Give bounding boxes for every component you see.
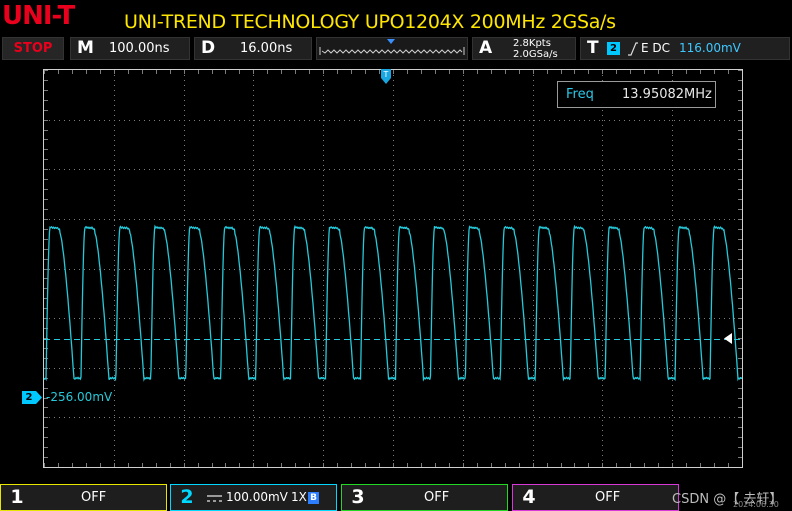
main-timebase-key: M <box>77 38 94 58</box>
channel-1-number: 1 <box>10 486 24 508</box>
trigger-coupling: E DC <box>641 41 671 55</box>
acquire-key: A <box>479 38 493 58</box>
acquire-panel[interactable]: A 2.8Kpts 2.0GSa/s <box>472 37 576 60</box>
memory-depth: 2.8Kpts <box>513 38 551 49</box>
uni-t-logo: UNI-T <box>2 1 75 31</box>
rising-edge-icon <box>628 42 638 56</box>
ch2-marker-arrow-icon <box>36 391 42 404</box>
graticule <box>44 70 742 467</box>
trigger-source-badge: 2 <box>607 42 620 55</box>
delay-value: 16.00ns <box>240 41 293 56</box>
channel-2-number: 2 <box>180 486 194 508</box>
measurement-label: Freq <box>566 87 594 102</box>
channel-3-button[interactable]: 3 OFF <box>341 484 508 511</box>
frequency-measurement[interactable]: Freq 13.95082MHz <box>557 81 716 108</box>
channel-1-state: OFF <box>81 490 107 505</box>
trigger-key: T <box>587 38 599 58</box>
waveform-overview-icon <box>319 39 465 55</box>
channel-2-button[interactable]: 2 100.00mV 1X B <box>170 484 337 511</box>
channel-2-scale: 100.00mV <box>226 490 288 504</box>
trigger-level-arrow-icon[interactable] <box>724 333 734 344</box>
trigger-level: 116.00mV <box>679 41 741 55</box>
delay-panel[interactable]: D 16.00ns <box>194 37 312 60</box>
channel-4-state: OFF <box>595 490 621 505</box>
ch2-offset-marker[interactable]: 2 <box>22 391 36 404</box>
trigger-position-marker-icon[interactable]: T <box>379 69 393 86</box>
main-timebase-panel[interactable]: M 100.00ns <box>70 37 190 60</box>
bandwidth-limit-badge: B <box>308 492 319 504</box>
channel-3-state: OFF <box>424 490 450 505</box>
measurement-value: 13.95082MHz <box>622 87 712 102</box>
ch2-offset-value: -256.00mV <box>46 390 113 404</box>
trigger-panel[interactable]: T 2 E DC 116.00mV <box>580 37 790 60</box>
run-stop-button[interactable]: STOP <box>2 37 64 60</box>
channel-3-number: 3 <box>351 486 365 508</box>
dc-coupling-icon <box>207 495 222 502</box>
channel-4-number: 4 <box>522 486 536 508</box>
waveform-overview-panel[interactable] <box>316 37 468 60</box>
channel-4-button[interactable]: 4 OFF <box>512 484 679 511</box>
channel-1-button[interactable]: 1 OFF <box>0 484 167 511</box>
main-timebase-value: 100.00ns <box>109 41 170 56</box>
waveform-display[interactable] <box>43 69 743 468</box>
ch2-waveform <box>44 224 742 382</box>
sample-rate: 2.0GSa/s <box>513 49 558 60</box>
delay-key: D <box>201 38 216 58</box>
instrument-title: UNI-TREND TECHNOLOGY UPO1204X 200MHz 2GS… <box>124 11 616 33</box>
channel-2-probe: 1X <box>291 490 307 504</box>
watermark-date: 2024.06.30 <box>733 500 779 509</box>
trigger-marker-text: T <box>383 70 389 79</box>
